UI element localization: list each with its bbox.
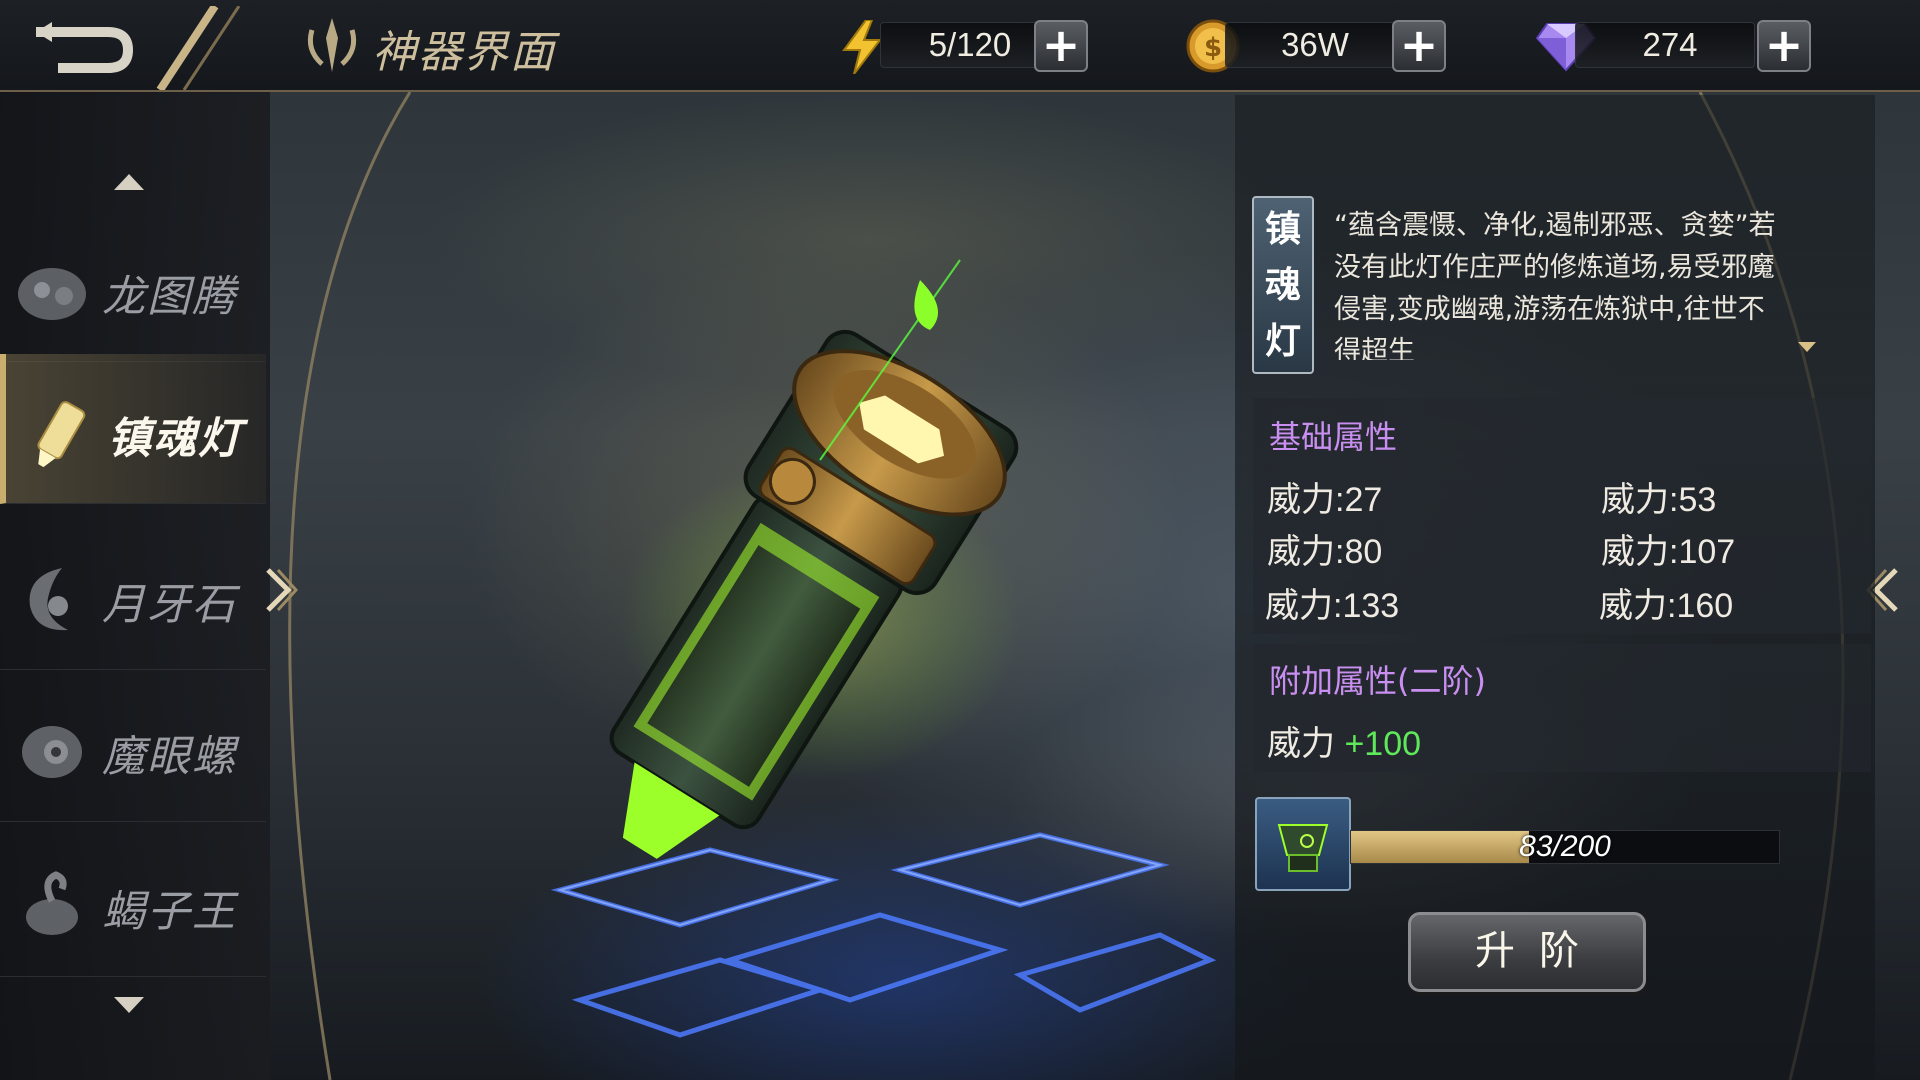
energy-counter: 5/120 + [840,16,1100,74]
artifact-name-char: 魂 [1264,264,1301,306]
scorpion-king-icon [26,871,78,935]
header-divider-slash [156,6,241,90]
gold-value: 36W [1281,26,1349,63]
dragon-totem-icon [18,268,86,320]
upgrade-progress-bar: 83/200 [1350,830,1780,864]
base-stat: 威力:80 [1267,533,1383,571]
base-stat: 威力:107 [1601,533,1736,571]
base-stat: 威力:53 [1601,481,1717,519]
upgrade-button[interactable]: 升阶 [1408,912,1646,992]
energy-value: 5/120 [928,26,1012,63]
sidebar-item-label: 龙图腾 [102,272,237,322]
add-diamond-button[interactable]: + [1757,20,1811,72]
scroll-up-arrow-icon[interactable] [112,172,146,192]
add-gold-button[interactable]: + [1392,20,1446,72]
add-energy-button[interactable]: + [1034,20,1088,72]
artifact-list-sidebar: 龙图腾 镇魂灯 月牙石 魔眼螺 蝎子王 [0,92,270,1080]
sidebar-item-crescent-stone[interactable]: 月牙石 [0,520,266,670]
demon-eye-shell-icon [22,726,82,778]
sidebar-item-label: 月牙石 [102,580,237,630]
svg-text:$: $ [1204,33,1222,63]
upgrade-material-slot[interactable] [1255,797,1351,891]
bonus-attributes-title: 附加属性(二阶) [1269,662,1486,700]
bonus-stat: 威力 +100 [1267,716,1421,765]
page-title: 神器界面 [372,27,556,78]
bonus-stat-label: 威力 [1267,725,1335,763]
soul-lamp-icon [37,401,86,468]
sidebar-item-label: 镇魂灯 [108,414,243,464]
lightning-icon [842,20,883,74]
base-stat: 威力:160 [1599,587,1734,625]
sidebar-item-label: 魔眼螺 [102,732,237,782]
artifact-name-char: 镇 [1264,208,1301,250]
sidebar-item-label: 蝎子王 [102,887,237,937]
base-stat: 威力:27 [1267,481,1383,519]
upgrade-button-label: 升阶 [1475,928,1603,974]
gold-counter: $ 36W + [1185,16,1455,74]
base-attributes-section: 基础属性 威力:27 威力:53 威力:80 威力:107 威力:133 威力:… [1253,398,1871,634]
diamond-counter: 274 + [1535,16,1815,74]
artifact-name-char: 灯 [1264,320,1301,362]
soul-lamp-artifact [609,259,1020,859]
scroll-down-arrow-icon[interactable] [112,995,146,1015]
sidebar-item-demon-eye-shell[interactable]: 魔眼螺 [0,672,266,822]
sidebar-item-dragon-totem[interactable]: 龙图腾 [0,212,266,362]
previous-artifact-chevron-icon[interactable] [262,560,298,620]
crescent-stone-icon [29,568,68,631]
upgrade-progress-text: 83/200 [1519,830,1611,863]
artifact-emblem-icon [307,18,357,72]
artifact-description[interactable]: “蕴含震慑、净化,遏制邪恶、贪婪”若没有此灯作庄严的修炼道场,易受邪魔侵害,变成… [1334,205,1789,360]
description-expand-arrow-icon[interactable] [1796,340,1818,354]
sidebar-item-scorpion-king[interactable]: 蝎子王 [0,827,266,977]
top-bar: 神器界面 5/120 + $ 36W + 274 + [0,0,1920,92]
diamond-value: 274 [1642,26,1698,63]
base-attributes-title: 基础属性 [1269,418,1398,456]
green-cauldron-icon [1277,824,1329,872]
base-stat: 威力:133 [1265,587,1400,625]
artifact-name-banner: 镇 魂 灯 [1252,196,1314,374]
sidebar-item-soul-lamp[interactable]: 镇魂灯 [0,354,266,504]
back-arrow-icon[interactable] [28,14,138,76]
bonus-attributes-section: 附加属性(二阶) 威力 +100 [1253,644,1871,772]
bonus-stat-value: +100 [1344,725,1422,763]
